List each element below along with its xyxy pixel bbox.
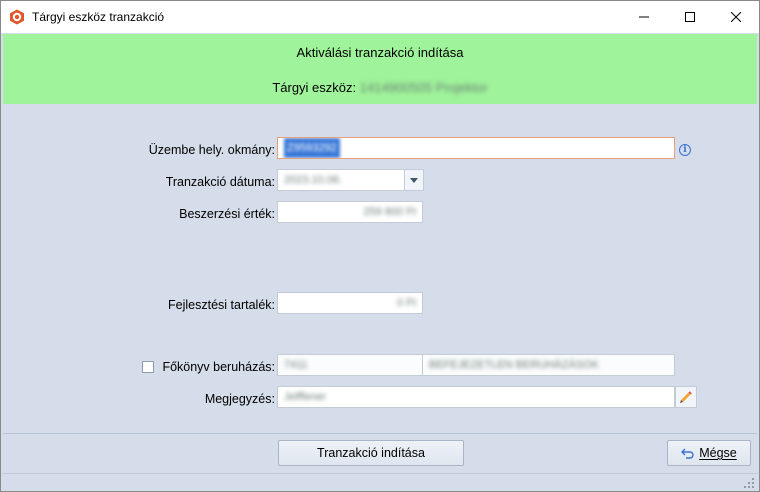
app-logo-icon <box>10 9 24 25</box>
chevron-down-icon <box>410 177 418 183</box>
maximize-button[interactable] <box>667 1 713 33</box>
dialog-window: Tárgyi eszköz tranzakció Aktiválási tran… <box>0 0 760 492</box>
ledger-label: Főkönyv beruházás: <box>162 360 275 374</box>
transaction-form: Üzembe hely. okmány: Z9593292 i Tranzakc… <box>3 104 757 434</box>
ledger-name-input[interactable]: BEFEJEZETLEN BERUHÁZÁSOK <box>422 354 675 376</box>
window-title: Tárgyi eszköz tranzakció <box>32 10 165 24</box>
purchase-value: 259 800 Ft <box>363 206 416 218</box>
edit-note-button[interactable] <box>675 386 697 408</box>
ledger-checkbox[interactable] <box>142 361 154 373</box>
date-label: Tranzakció dátuma: <box>165 175 275 189</box>
close-icon <box>731 12 741 22</box>
ledger-name: BEFEJEZETLEN BERUHÁZÁSOK <box>429 359 599 371</box>
ledger-code-input[interactable]: 7411 <box>277 354 423 376</box>
date-dropdown-button[interactable] <box>404 169 424 191</box>
header-title: Aktiválási tranzakció indítása <box>296 45 464 60</box>
maximize-icon <box>685 12 695 22</box>
document-value: Z9593292 <box>284 138 340 158</box>
button-bar: Tranzakció indítása Mégse <box>2 434 758 473</box>
cancel-label: Mégse <box>699 446 737 460</box>
undo-icon <box>681 448 694 459</box>
note-input[interactable]: Jelffener <box>277 386 675 408</box>
start-transaction-button[interactable]: Tranzakció indítása <box>278 440 464 466</box>
date-input[interactable]: 2023.10.06. <box>277 169 405 191</box>
dev-reserve-input[interactable]: 0 Ft <box>277 292 423 314</box>
date-value: 2023.10.06. <box>284 174 343 186</box>
header-asset: Tárgyi eszköz: 1414900505 Projektor <box>3 80 757 95</box>
resize-grip-icon[interactable] <box>744 478 754 488</box>
pencil-icon <box>680 391 692 403</box>
note-label: Megjegyzés: <box>204 392 275 406</box>
start-transaction-label: Tranzakció indítása <box>317 446 425 460</box>
transaction-header: Aktiválási tranzakció indítása Tárgyi es… <box>3 34 757 104</box>
info-icon[interactable]: i <box>679 144 691 156</box>
purchase-label: Beszerzési érték: <box>179 207 275 221</box>
dev-reserve-label: Fejlesztési tartalék: <box>168 298 275 312</box>
document-label: Üzembe hely. okmány: <box>148 143 275 157</box>
purchase-value-input[interactable]: 259 800 Ft <box>277 201 423 223</box>
close-button[interactable] <box>713 1 759 33</box>
asset-value: 1414900505 Projektor <box>359 80 488 95</box>
ledger-code: 7411 <box>284 359 308 371</box>
note-value: Jelffener <box>284 391 326 403</box>
title-bar[interactable]: Tárgyi eszköz tranzakció <box>1 1 759 33</box>
cancel-button[interactable]: Mégse <box>667 440 751 466</box>
dev-reserve-value: 0 Ft <box>397 297 416 309</box>
asset-label: Tárgyi eszköz: <box>272 80 357 95</box>
minimize-icon <box>639 16 649 18</box>
status-bar <box>2 473 758 491</box>
minimize-button[interactable] <box>621 1 667 33</box>
document-input[interactable]: Z9593292 <box>277 137 675 159</box>
